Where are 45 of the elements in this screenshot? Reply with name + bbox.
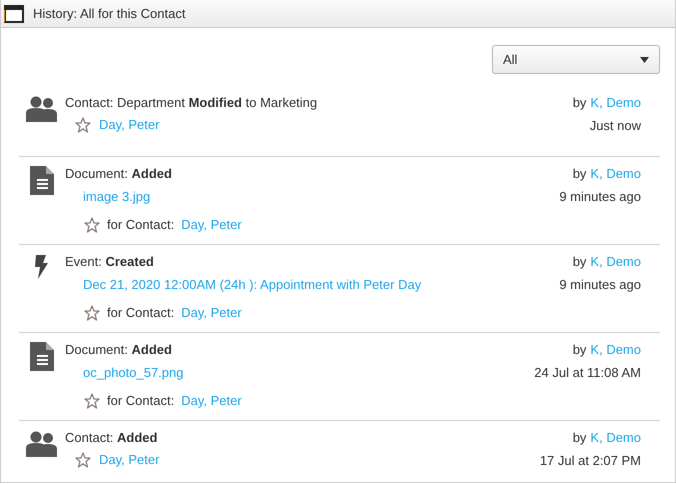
by-label: by [572, 341, 586, 359]
history-summary: Document: Added [65, 165, 173, 183]
people-icon [26, 431, 58, 457]
by-label: by [572, 94, 586, 112]
panel-title: History: All for this Contact [33, 6, 186, 21]
author-link[interactable]: K, Demo [590, 253, 641, 271]
star-icon [75, 452, 91, 468]
contact-link[interactable]: Day, Peter [181, 216, 242, 234]
history-summary: Event: Created [65, 253, 155, 271]
timestamp: 9 minutes ago [559, 188, 641, 206]
contact-link[interactable]: Day, Peter [181, 392, 242, 410]
document-icon [29, 341, 55, 372]
star-icon [84, 305, 100, 321]
author-link[interactable]: K, Demo [590, 429, 641, 447]
by-label: by [572, 165, 586, 183]
history-summary: Document: Added [65, 341, 173, 359]
document-icon [29, 165, 55, 196]
item-link[interactable]: oc_photo_57.png [83, 364, 534, 382]
by-label: by [572, 429, 586, 447]
people-icon [26, 96, 58, 122]
author-link[interactable]: K, Demo [590, 94, 641, 112]
filter-dropdown[interactable]: All [492, 45, 660, 74]
lightning-icon [35, 255, 49, 279]
by-label: by [572, 253, 586, 271]
item-link[interactable]: image 3.jpg [83, 188, 560, 206]
timestamp: Just now [590, 117, 641, 135]
contact-label: for Contact: [107, 216, 174, 234]
item-link[interactable]: Dec 21, 2020 12:00AM (24h ): Appointment with Peter Day [83, 276, 560, 294]
contact-label: for Contact: [107, 304, 174, 322]
star-icon [84, 393, 100, 409]
window-icon [4, 4, 24, 22]
history-summary: Contact: Added [65, 429, 158, 447]
timestamp: 24 Jul at 11:08 AM [534, 364, 641, 382]
contact-link[interactable]: Day, Peter [99, 116, 160, 134]
star-icon [84, 217, 100, 233]
timestamp: 9 minutes ago [559, 276, 641, 294]
author-link[interactable]: K, Demo [590, 165, 641, 183]
contact-label: for Contact: [107, 392, 174, 410]
star-icon [75, 117, 91, 133]
timestamp: 17 Jul at 2:07 PM [540, 452, 641, 470]
contact-link[interactable]: Day, Peter [181, 304, 242, 322]
history-summary: Contact: Department Modified to Marketing [65, 94, 318, 112]
contact-link[interactable]: Day, Peter [99, 451, 160, 469]
author-link[interactable]: K, Demo [590, 341, 641, 359]
caret-icon [640, 56, 649, 62]
